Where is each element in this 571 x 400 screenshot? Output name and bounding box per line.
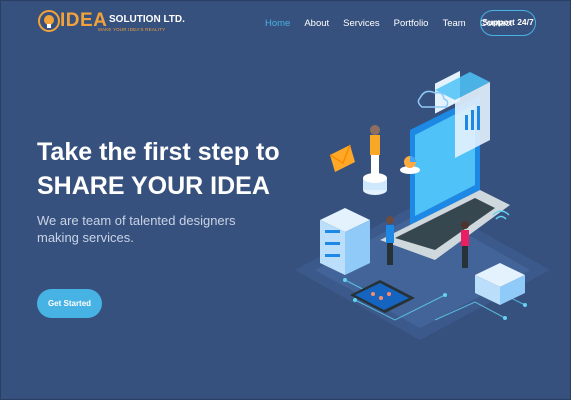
nav-about[interactable]: About — [304, 18, 329, 30]
nav-team[interactable]: Team — [442, 18, 465, 30]
hero-subtitle: We are team of talented designers making… — [37, 213, 236, 245]
nav-home[interactable]: Home — [265, 18, 290, 30]
lightbulb-logo-icon — [38, 10, 60, 32]
hero-title-line1: Take the first step to — [37, 138, 280, 166]
brand-tagline: MAKE YOUR IDEA'S REALITY — [98, 27, 166, 32]
isometric-it-services-illustration — [295, 70, 550, 340]
brand-suffix: SOLUTION LTD. — [109, 14, 185, 25]
support-button[interactable]: Support 24/7 — [480, 10, 536, 36]
brand-logo[interactable]: IDEA SOLUTION LTD. MAKE YOUR IDEA'S REAL… — [38, 9, 185, 39]
hero-title-line2: SHARE YOUR IDEA — [37, 172, 270, 200]
hero-title: Take the first step to SHARE YOUR IDEA — [37, 135, 297, 203]
get-started-button[interactable]: Get Started — [37, 289, 102, 318]
nav-portfolio[interactable]: Portfolio — [394, 18, 429, 30]
nav-services[interactable]: Services — [343, 18, 379, 30]
